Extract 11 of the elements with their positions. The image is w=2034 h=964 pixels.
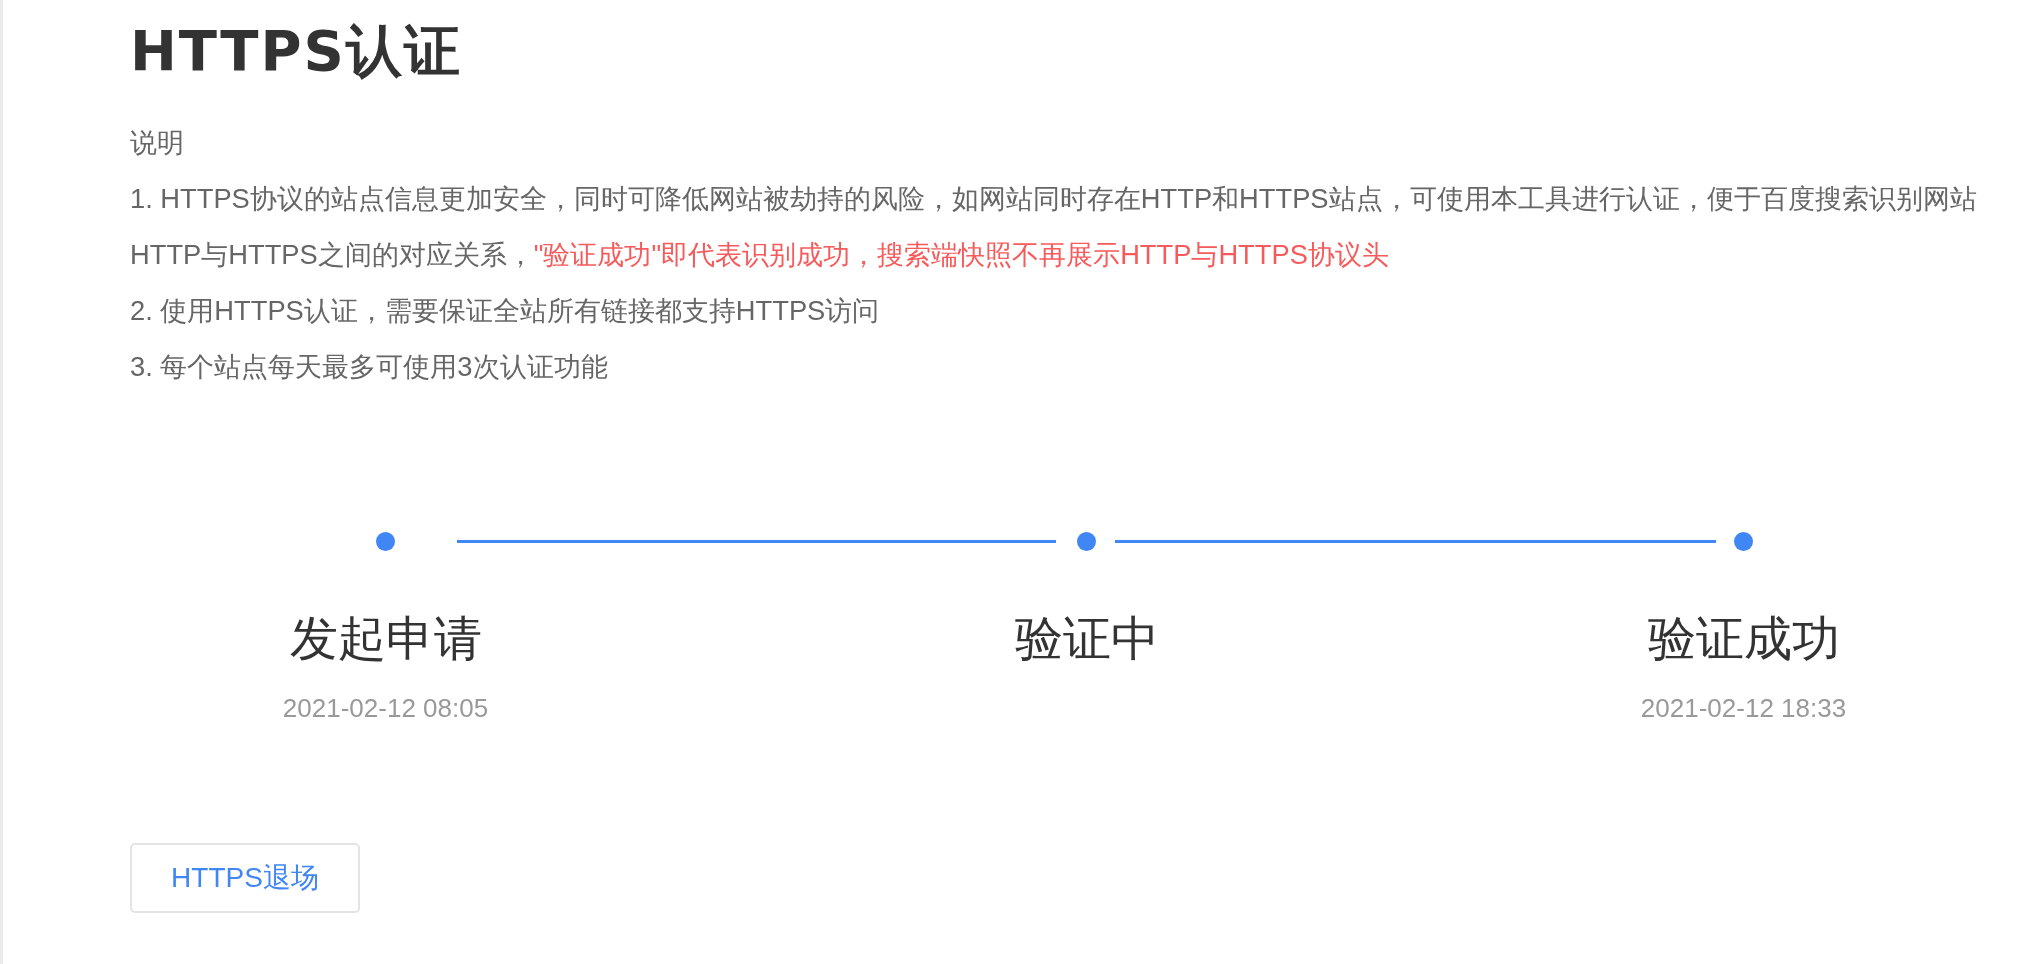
step-time: 2021-02-12 08:05 <box>282 693 489 723</box>
notes-heading: 说明 <box>130 126 185 160</box>
exit-button[interactable]: HTTPS退场 <box>130 843 360 913</box>
page-title: HTTPS认证 <box>130 23 462 79</box>
note-item: 2. 使用HTTPS认证，需要保证全站所有链接都支持HTTPS访问 <box>130 294 881 328</box>
step-label: 验证成功 <box>1647 611 1840 667</box>
step-label: 验证中 <box>1014 611 1159 667</box>
note-item: 1. HTTPS协议的站点信息更加安全，同时可降低网站被劫持的风险，如网站同时存在HTTP和HTTPS站点，可使用本工具进行认证，便于百度搜索识别网站HTTP与HTTPS之间的对应关系，"验证成功"即代表识别成功，搜索端快照不再展示HTTP与HTTPS协议头 <box>130 182 1978 272</box>
step-time: 2021-02-12 18:33 <box>1640 693 1847 723</box>
step-label: 发起申请 <box>289 611 482 667</box>
note-item: 3. 每个站点每天最多可使用3次认证功能 <box>130 350 609 384</box>
